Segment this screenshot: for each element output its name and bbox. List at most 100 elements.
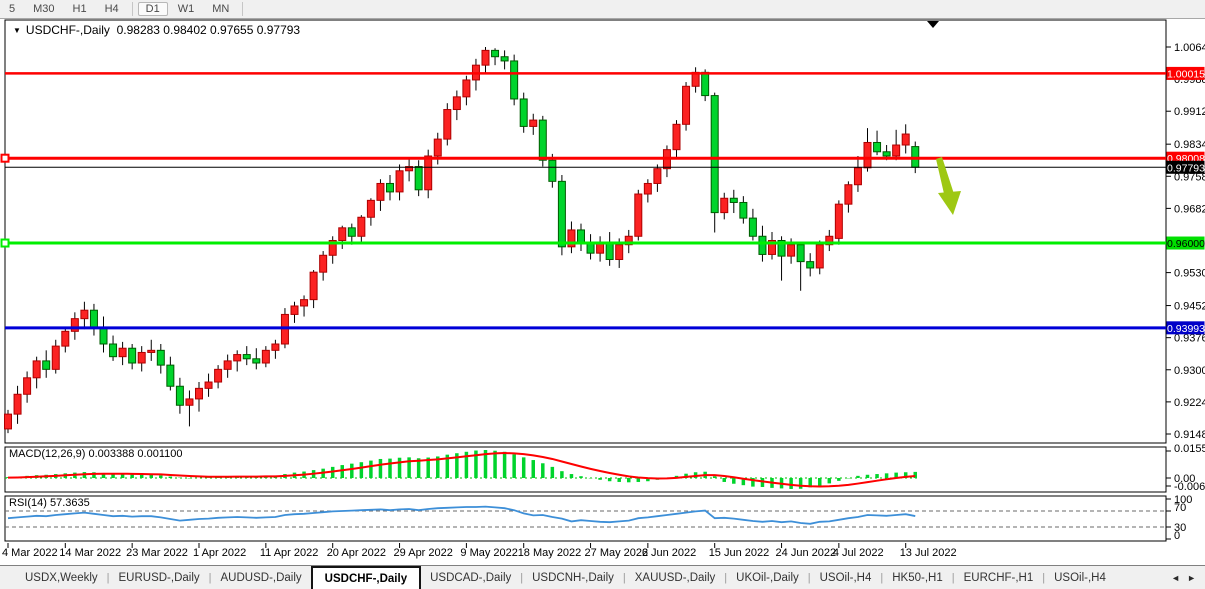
svg-text:-0.00605: -0.00605 (1174, 481, 1205, 493)
chart-title: ▼ USDCHF-,Daily 0.98283 0.98402 0.97655 0… (13, 23, 300, 37)
chart-symbol-period: USDCHF-,Daily (26, 23, 110, 37)
svg-text:20 Apr 2022: 20 Apr 2022 (327, 547, 386, 559)
chart-dropdown-icon[interactable]: ▼ (13, 26, 21, 35)
bull-candle (434, 139, 441, 156)
symbol-tab-usdx-weekly[interactable]: USDX,Weekly (16, 566, 107, 589)
bull-candle (215, 369, 222, 382)
svg-text:1.00015: 1.00015 (1167, 68, 1205, 80)
period-button-M30[interactable]: M30 (25, 2, 62, 16)
svg-text:4 Mar 2022: 4 Mar 2022 (2, 547, 58, 559)
bear-candle (110, 344, 117, 357)
symbol-tab-usdchf-daily[interactable]: USDCHF-,Daily (311, 566, 421, 589)
bull-candle (845, 185, 852, 204)
svg-text:11 Apr 2022: 11 Apr 2022 (260, 547, 319, 559)
svg-text:0.93000: 0.93000 (1174, 365, 1205, 377)
bull-candle (14, 394, 21, 414)
bear-candle (492, 50, 499, 56)
bull-candle (816, 245, 823, 268)
bull-candle (81, 310, 88, 318)
bull-candle (320, 255, 327, 272)
panel-frames (5, 20, 1166, 541)
bull-candle (272, 344, 279, 350)
date-axis: 4 Mar 202214 Mar 202223 Mar 20221 Apr 20… (2, 543, 957, 559)
bear-candle (558, 181, 565, 246)
bull-candle (902, 134, 909, 145)
svg-text:0.97793: 0.97793 (1167, 162, 1205, 174)
period-button-H4[interactable]: H4 (97, 2, 127, 16)
symbol-tab-eurusd-daily[interactable]: EURUSD-,Daily (110, 566, 209, 589)
period-button-5[interactable]: 5 (1, 2, 23, 16)
bear-candle (740, 202, 747, 218)
symbol-tab-hk50-h1[interactable]: HK50-,H1 (883, 566, 952, 589)
bear-candle (167, 365, 174, 386)
svg-text:0.94520: 0.94520 (1174, 301, 1205, 313)
bull-candle (635, 194, 642, 236)
bull-candle (224, 361, 231, 369)
price-axis: 1.006400.998800.991200.983400.975800.968… (1166, 42, 1205, 542)
svg-text:0: 0 (1174, 530, 1180, 542)
bear-candle (797, 245, 804, 262)
symbol-tab-ukoil-daily[interactable]: UKOil-,Daily (727, 566, 808, 589)
period-button-W1[interactable]: W1 (170, 2, 203, 16)
svg-text:13 Jul 2022: 13 Jul 2022 (900, 547, 957, 559)
bear-candle (176, 386, 183, 405)
symbol-tab-xauusd-daily[interactable]: XAUUSD-,Daily (626, 566, 725, 589)
svg-text:9 May 2022: 9 May 2022 (460, 547, 517, 559)
period-button-D1[interactable]: D1 (138, 2, 168, 16)
bull-candle (425, 156, 432, 190)
svg-text:6 Jun 2022: 6 Jun 2022 (642, 547, 696, 559)
symbol-tab-usoil-h4[interactable]: USOil-,H4 (811, 566, 881, 589)
bear-candle (253, 359, 260, 363)
bear-candle (578, 230, 585, 243)
bull-candle (148, 350, 155, 352)
tab-scroll-left-icon[interactable]: ◄ (1171, 573, 1180, 583)
svg-text:27 May 2022: 27 May 2022 (585, 547, 649, 559)
bull-candle (673, 124, 680, 149)
rsi-indicator-label: RSI(14) 57.3635 (9, 497, 90, 509)
chart-ohlc-values: 0.98283 0.98402 0.97655 0.97793 (117, 23, 301, 37)
svg-text:0.96000: 0.96000 (1167, 238, 1205, 250)
bull-candle (339, 228, 346, 241)
bear-candle (520, 99, 527, 126)
chart-canvas[interactable]: 1.006400.998800.991200.983400.975800.968… (0, 0, 1205, 589)
toolbar-separator (132, 2, 133, 16)
level-line-handle (2, 240, 9, 247)
bull-candle (205, 382, 212, 388)
svg-text:0.93993: 0.93993 (1167, 323, 1205, 335)
bull-candle (396, 171, 403, 192)
mt4-window: { "toolbar": { "periods": ["5","M30","H1… (0, 0, 1205, 589)
bull-candle (33, 361, 40, 378)
symbol-tab-usdcnh-daily[interactable]: USDCNH-,Daily (523, 566, 623, 589)
bull-candle (616, 245, 623, 260)
bull-candle (234, 355, 241, 361)
bear-candle (501, 57, 508, 61)
bear-candle (883, 152, 890, 156)
bear-candle (749, 218, 756, 236)
bull-candle (835, 204, 842, 238)
bull-candle (893, 145, 900, 156)
toolbar-separator (242, 2, 243, 16)
bull-candle (358, 217, 365, 236)
tab-scroll-right-icon[interactable]: ► (1187, 573, 1196, 583)
symbol-tab-audusd-daily[interactable]: AUDUSD-,Daily (212, 566, 311, 589)
bear-candle (90, 310, 97, 327)
period-button-H1[interactable]: H1 (65, 2, 95, 16)
svg-text:0.92240: 0.92240 (1174, 397, 1205, 409)
bull-candle (453, 97, 460, 110)
symbol-tab-usdcad-daily[interactable]: USDCAD-,Daily (421, 566, 520, 589)
bull-candle (482, 50, 489, 65)
bull-candle (654, 169, 661, 184)
period-button-MN[interactable]: MN (204, 2, 237, 16)
bull-candle (52, 346, 59, 369)
symbol-tab-eurchf-h1[interactable]: EURCHF-,H1 (955, 566, 1043, 589)
bull-candle (310, 272, 317, 299)
bull-candle (854, 168, 861, 185)
svg-text:15 Jun 2022: 15 Jun 2022 (709, 547, 770, 559)
symbol-tab-usoil-h4[interactable]: USOil-,H4 (1045, 566, 1115, 589)
bear-candle (129, 348, 136, 363)
bull-candle (62, 331, 69, 346)
bull-candle (119, 348, 126, 356)
svg-text:1 Apr 2022: 1 Apr 2022 (193, 547, 246, 559)
svg-text:4 Jul 2022: 4 Jul 2022 (833, 547, 884, 559)
bull-candle (186, 399, 193, 405)
